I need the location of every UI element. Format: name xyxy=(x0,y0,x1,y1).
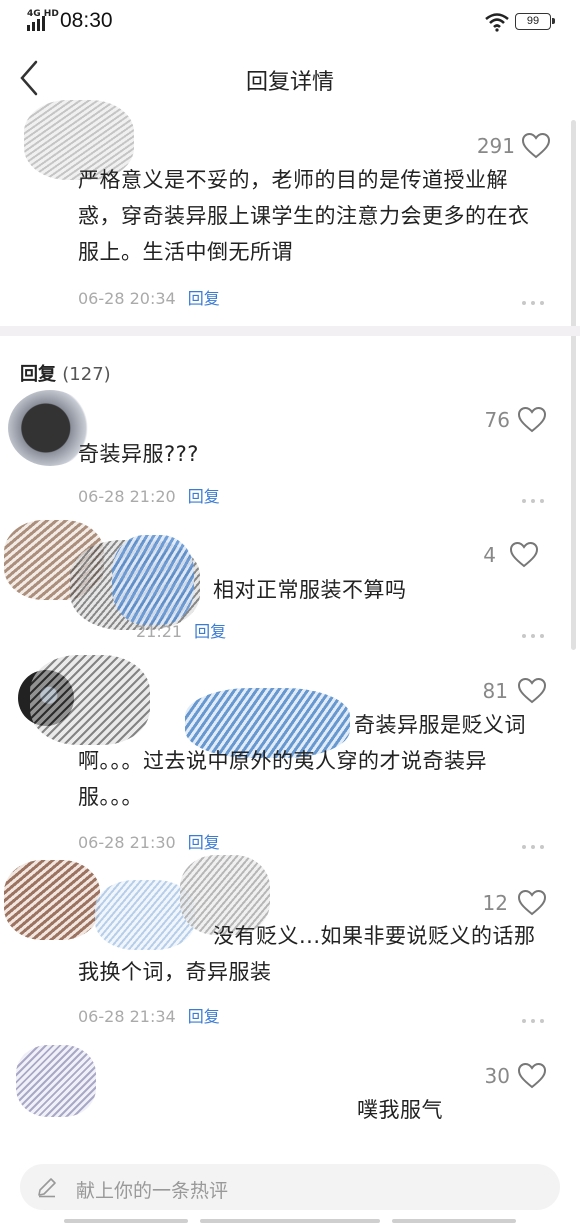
reply-button[interactable]: 回复 xyxy=(188,1007,220,1026)
home-indicator xyxy=(200,1219,380,1223)
heart-icon[interactable] xyxy=(518,1063,546,1089)
comment-text: 奇装异服是贬义词啊。。。过去说中原外的夷人穿的才说奇装异服。。。 xyxy=(78,713,526,809)
comment-text: 没有贬义...如果非要说贬义的话那我换个词，奇异服装 xyxy=(78,924,536,984)
comment-meta: 06-28 21:20 回复 xyxy=(78,483,220,507)
heart-icon[interactable] xyxy=(518,678,546,704)
comment-time: 21:21 xyxy=(136,622,183,641)
comment-text: 奇装异服??? xyxy=(78,442,199,466)
replies-header: 回复 (127) xyxy=(20,360,111,386)
reply-button[interactable]: 回复 xyxy=(194,622,226,641)
comment-text: 相对正常服装不算吗 xyxy=(213,578,407,602)
heart-icon[interactable] xyxy=(510,542,538,568)
like-count: 30 xyxy=(484,1064,510,1088)
status-bar: 4G HD 08:30 99 xyxy=(0,0,580,46)
home-indicator xyxy=(64,1219,188,1223)
comment-time: 06-28 21:30 xyxy=(78,833,176,852)
more-options-icon[interactable] xyxy=(522,490,550,503)
comment-time: 06-28 20:34 xyxy=(78,289,176,308)
like-count: 291 xyxy=(476,134,515,158)
redacted-username xyxy=(112,535,194,625)
more-options-icon[interactable] xyxy=(522,625,550,638)
more-options-icon[interactable] xyxy=(522,292,550,305)
comment-text: 严格意义是不妥的，老师的目的是传道授业解惑，穿奇装异服上课学生的注意力会更多的在… xyxy=(78,168,530,264)
home-indicator xyxy=(392,1219,516,1223)
avatar[interactable] xyxy=(16,1045,96,1117)
replies-count: (127) xyxy=(62,364,111,385)
section-divider xyxy=(0,326,580,336)
reply-button[interactable]: 回复 xyxy=(188,289,220,308)
comment-meta: 21:21 回复 xyxy=(136,618,226,642)
page-title: 回复详情 xyxy=(245,70,334,95)
comment-time: 06-28 21:34 xyxy=(78,1007,176,1026)
comment-meta: 06-28 21:34 回复 xyxy=(78,1003,220,1027)
comment-time: 06-28 21:20 xyxy=(78,487,176,506)
signal-icon xyxy=(27,16,45,31)
reply-button[interactable]: 回复 xyxy=(188,833,220,852)
battery-icon: 99 xyxy=(515,13,555,30)
comment-input-bar: 献上你的一条热评 xyxy=(0,1150,580,1224)
like-count: 12 xyxy=(482,891,508,915)
like-count: 4 xyxy=(483,543,496,567)
status-time: 08:30 xyxy=(60,9,113,32)
more-options-icon[interactable] xyxy=(522,1010,550,1023)
like-count: 81 xyxy=(482,679,508,703)
reply-button[interactable]: 回复 xyxy=(188,487,220,506)
heart-icon[interactable] xyxy=(518,407,546,433)
heart-icon[interactable] xyxy=(518,890,546,916)
replies-label: 回复 xyxy=(20,364,56,385)
heart-icon[interactable] xyxy=(522,133,550,159)
pencil-icon xyxy=(38,1178,56,1198)
comment-text: 噗我服气 xyxy=(357,1098,443,1122)
input-placeholder: 献上你的一条热评 xyxy=(76,1180,229,1202)
like-count: 76 xyxy=(484,408,510,432)
wifi-icon xyxy=(485,13,509,32)
comment-meta: 06-28 20:34 回复 xyxy=(78,285,220,309)
comment-input[interactable]: 献上你的一条热评 xyxy=(20,1164,560,1210)
more-options-icon[interactable] xyxy=(522,836,550,849)
comment-meta: 06-28 21:30 回复 xyxy=(78,829,220,853)
scrollbar[interactable] xyxy=(571,120,576,650)
